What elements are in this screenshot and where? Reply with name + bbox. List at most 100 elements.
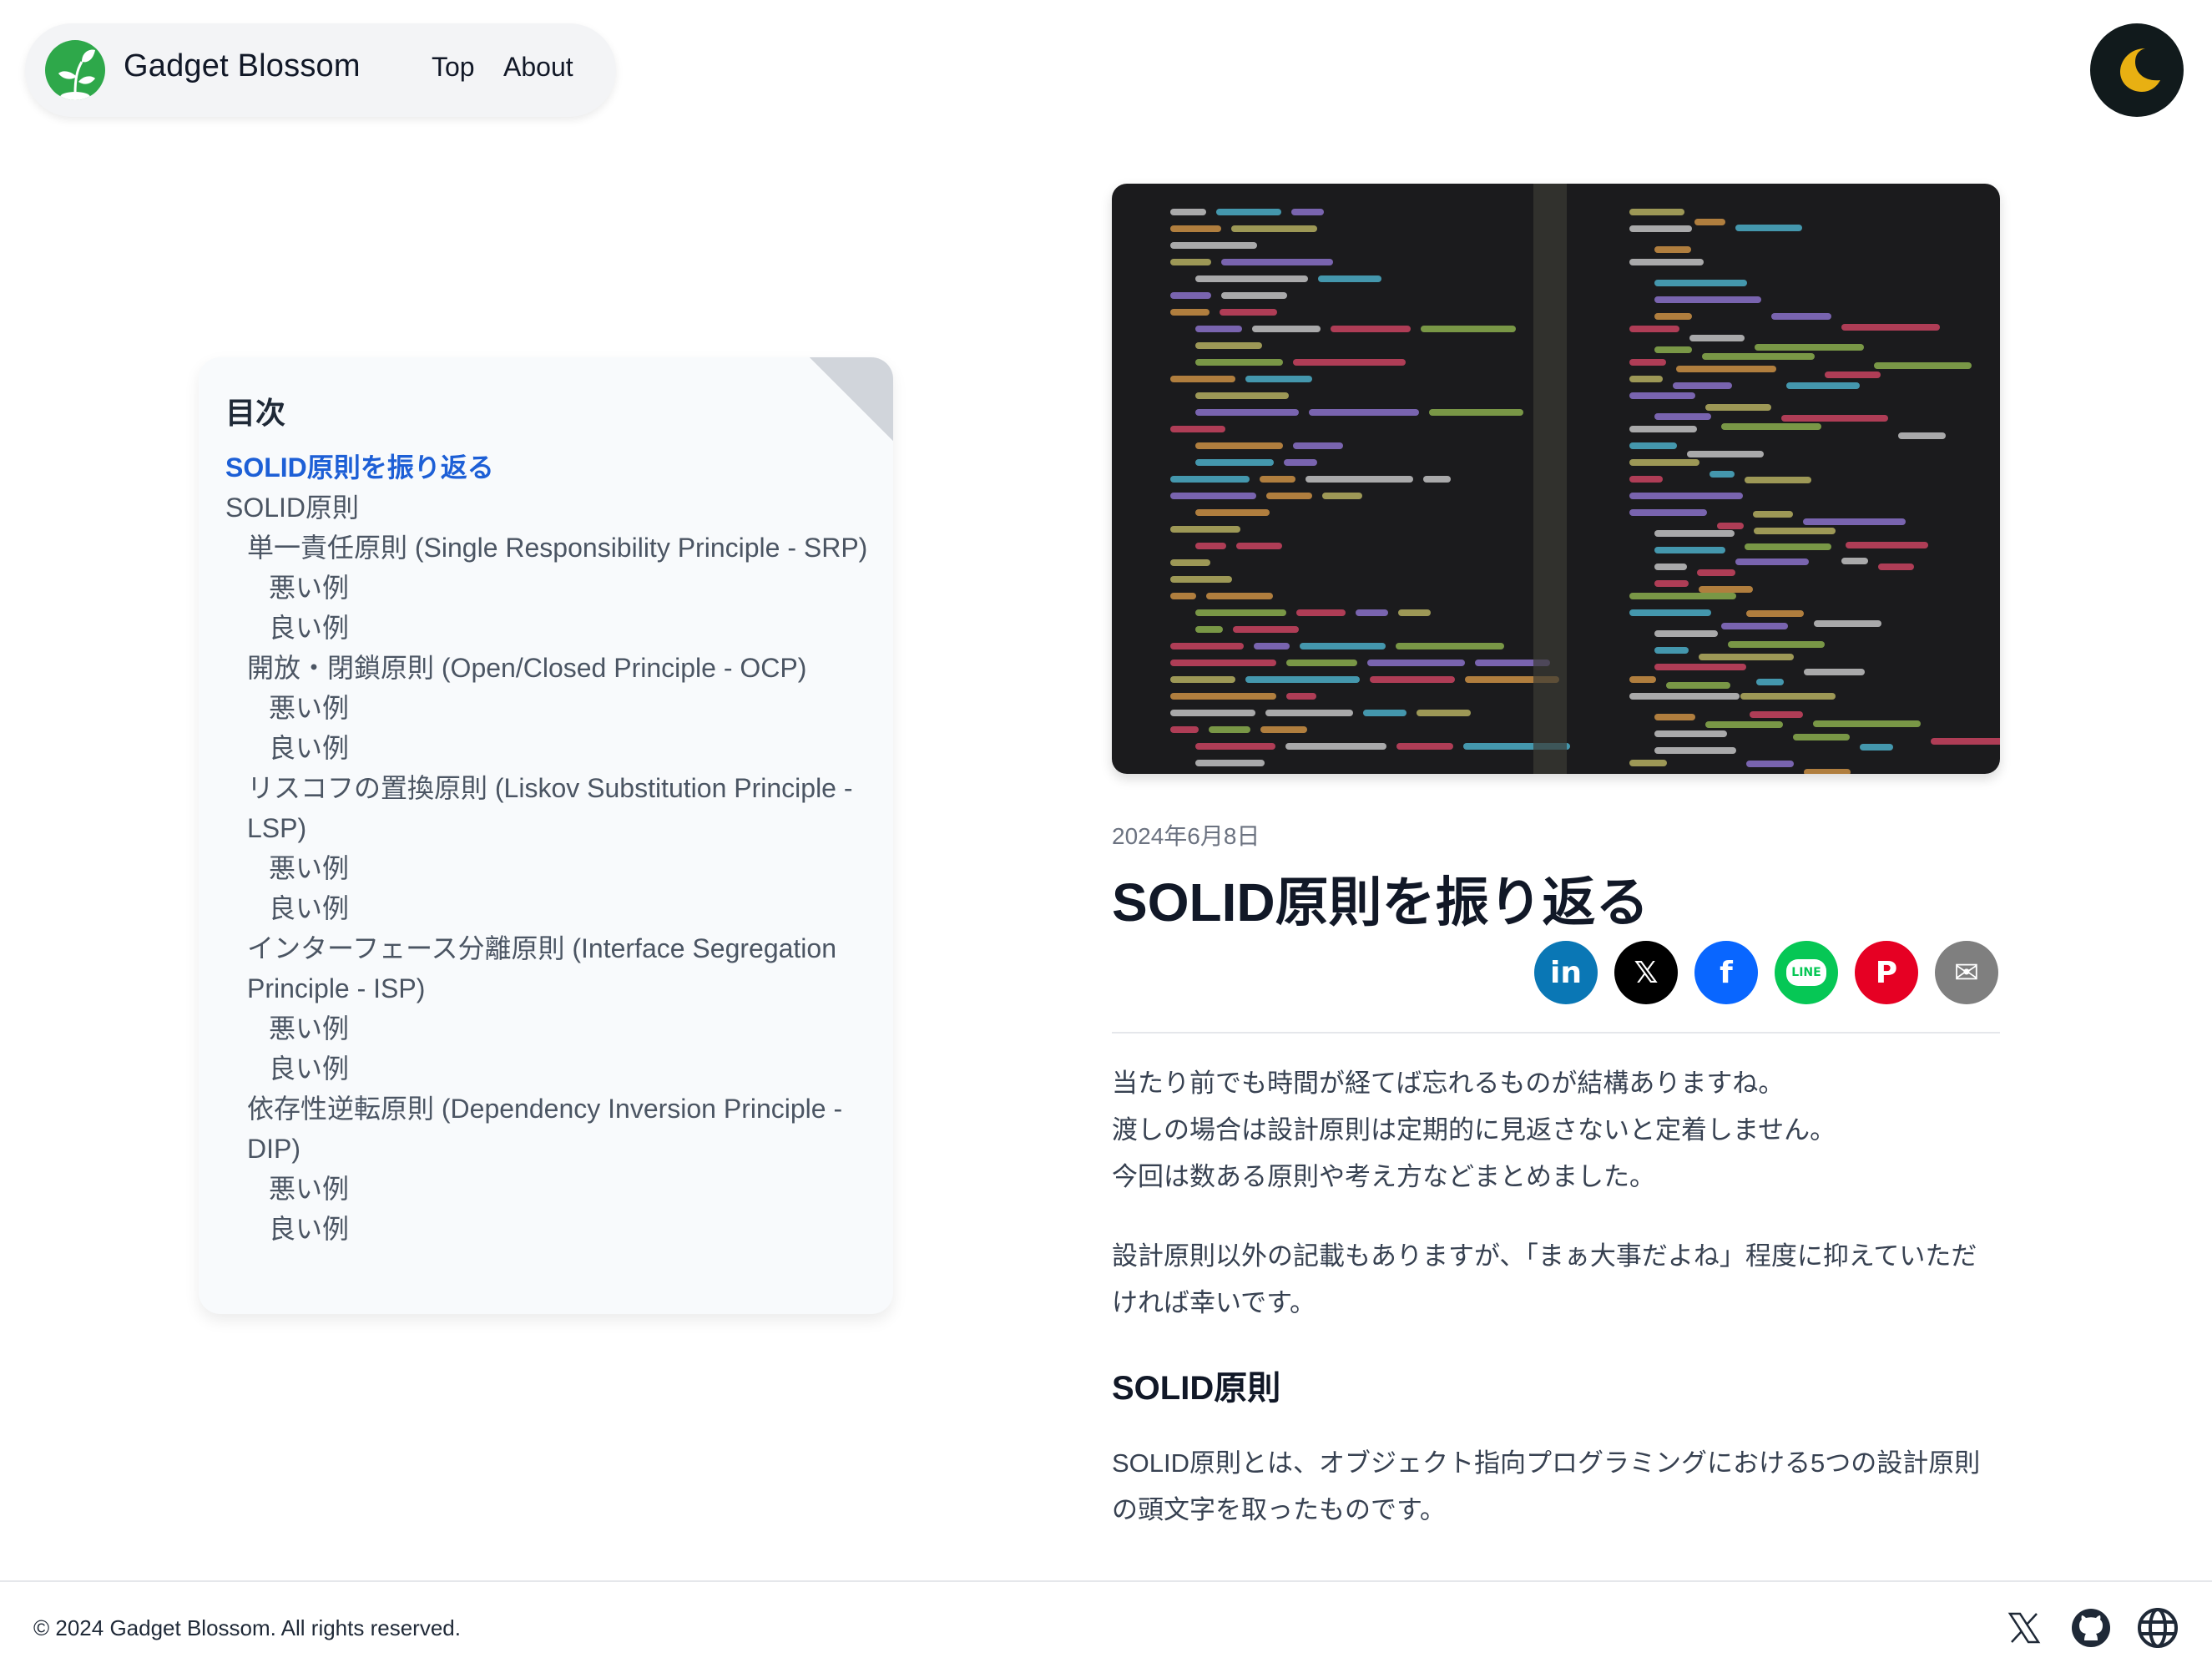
- share-pinterest-button[interactable]: P: [1855, 941, 1918, 1004]
- share-linkedin-button[interactable]: in: [1534, 941, 1598, 1004]
- code-line: [1750, 710, 1803, 718]
- share-facebook-button[interactable]: f: [1694, 941, 1758, 1004]
- code-line: [1753, 528, 1836, 535]
- linkedin-icon: in: [1550, 955, 1582, 990]
- code-line: [1716, 522, 1744, 529]
- code-line: [1654, 312, 1692, 320]
- code-line: [1170, 309, 1210, 316]
- code-line: [1629, 476, 1663, 483]
- code-line: [1781, 415, 1888, 422]
- code-line: [1931, 738, 2000, 745]
- code-line: [1170, 493, 1256, 499]
- toc-item[interactable]: SOLID原則を振り返る: [225, 447, 876, 488]
- code-line: [1675, 366, 1777, 373]
- toc-item[interactable]: 開放・閉鎖原則 (Open/Closed Principle - OCP): [225, 648, 876, 688]
- code-line: [1699, 653, 1794, 660]
- toc-item[interactable]: 良い例: [225, 1209, 876, 1249]
- code-line: [1812, 720, 1922, 727]
- post-title: SOLID原則を振り返る: [1112, 872, 1649, 933]
- code-line: [1803, 518, 1906, 526]
- code-line: [1745, 609, 1805, 617]
- code-line: [1629, 459, 1700, 466]
- code-line: [1396, 743, 1454, 750]
- x-icon[interactable]: [2003, 1607, 2045, 1649]
- code-line: [1792, 734, 1850, 741]
- github-icon[interactable]: [2070, 1607, 2112, 1649]
- toc-corner-fold: [810, 357, 893, 441]
- code-line: [1629, 326, 1680, 332]
- toc-item[interactable]: 悪い例: [225, 568, 876, 608]
- code-line: [1629, 509, 1707, 516]
- code-line: [1367, 660, 1465, 666]
- code-line: [1260, 726, 1307, 733]
- code-line: [1231, 225, 1317, 232]
- code-line: [1689, 334, 1745, 341]
- toc-item[interactable]: SOLID原則: [225, 488, 876, 528]
- code-line: [1694, 218, 1726, 225]
- nav-link-about[interactable]: About: [503, 52, 573, 83]
- code-line: [1254, 643, 1290, 649]
- copyright: © 2024 Gadget Blossom. All rights reserv…: [33, 1615, 461, 1640]
- brand-name[interactable]: Gadget Blossom: [124, 48, 361, 84]
- code-line: [1170, 593, 1196, 599]
- code-line: [1195, 392, 1289, 399]
- code-line: [1629, 760, 1667, 766]
- code-line: [1696, 569, 1736, 577]
- code-line: [1170, 710, 1256, 716]
- site-header: Gadget Blossom Top About: [25, 23, 616, 117]
- facebook-icon: f: [1720, 955, 1733, 990]
- code-line: [1654, 663, 1746, 670]
- code-line: [1654, 629, 1719, 637]
- share-buttons: in 𝕏f LINE P ✉: [1534, 941, 1998, 1004]
- intro-line: 当たり前でも時間が経てば忘れるものが結構ありますね。: [1112, 1069, 1785, 1098]
- toc-item[interactable]: リスコフの置換原則 (Liskov Substitution Principle…: [225, 768, 876, 848]
- code-line: [1300, 643, 1386, 649]
- code-line: [1286, 693, 1316, 700]
- post-date: 2024年6月8日: [1112, 823, 1260, 849]
- theme-toggle-button[interactable]: [2090, 23, 2184, 117]
- code-line: [1665, 681, 1730, 689]
- code-line: [1265, 710, 1353, 716]
- code-line: [1686, 451, 1765, 458]
- toc-item[interactable]: 良い例: [225, 1049, 876, 1089]
- toc-item[interactable]: 悪い例: [225, 848, 876, 888]
- toc-item[interactable]: 悪い例: [225, 1008, 876, 1049]
- globe-icon[interactable]: [2137, 1607, 2179, 1649]
- site-footer: © 2024 Gadget Blossom. All rights reserv…: [0, 1580, 2212, 1678]
- code-line: [1221, 259, 1333, 265]
- code-line: [1170, 643, 1245, 649]
- code-line: [1841, 324, 1940, 331]
- nav-link-top[interactable]: Top: [432, 52, 475, 83]
- share-email-button[interactable]: ✉: [1935, 941, 1998, 1004]
- toc-item[interactable]: インターフェース分離原則 (Interface Segregation Prin…: [225, 928, 876, 1008]
- code-line: [1877, 563, 1915, 570]
- toc-item[interactable]: 悪い例: [225, 1169, 876, 1209]
- code-line: [1728, 640, 1825, 648]
- code-line: [1859, 744, 1893, 751]
- toc-item[interactable]: 良い例: [225, 888, 876, 928]
- code-line: [1362, 710, 1406, 716]
- code-line: [1701, 352, 1816, 360]
- code-line: [1195, 275, 1309, 282]
- code-line: [1331, 326, 1412, 332]
- code-line: [1259, 476, 1296, 483]
- code-line: [1236, 543, 1283, 549]
- code-line: [1416, 710, 1471, 716]
- code-line: [1170, 676, 1236, 683]
- sprout-logo-icon[interactable]: [45, 40, 105, 100]
- code-line: [1170, 209, 1206, 215]
- code-line: [1735, 558, 1809, 565]
- toc-item[interactable]: 良い例: [225, 728, 876, 768]
- code-line: [1629, 359, 1666, 366]
- share-x-button[interactable]: 𝕏: [1614, 941, 1678, 1004]
- share-line-button[interactable]: LINE: [1775, 941, 1838, 1004]
- code-line: [1845, 541, 1928, 548]
- code-line: [1745, 476, 1812, 483]
- toc-item[interactable]: 単一責任原則 (Single Responsibility Principle …: [225, 528, 876, 568]
- code-line: [1720, 623, 1789, 630]
- toc-item[interactable]: 依存性逆転原則 (Dependency Inversion Principle …: [225, 1089, 876, 1169]
- code-line: [1752, 511, 1794, 518]
- toc-item[interactable]: 良い例: [225, 608, 876, 648]
- code-line: [1746, 761, 1794, 768]
- toc-item[interactable]: 悪い例: [225, 688, 876, 728]
